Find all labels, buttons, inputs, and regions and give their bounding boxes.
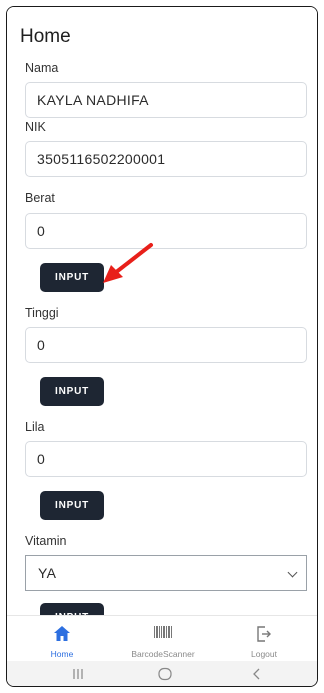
tinggi-label: Tinggi <box>25 306 59 320</box>
tab-barcodescanner[interactable]: BarcodeScanner <box>113 616 213 662</box>
phone-screen: Home Nama KAYLA NADHIFA NIK 350511650220… <box>6 6 318 687</box>
tab-logout-label: Logout <box>251 649 277 659</box>
red-annotation-arrow-icon <box>103 243 153 283</box>
barcode-icon <box>154 626 172 638</box>
lila-field[interactable]: 0 <box>25 441 307 477</box>
berat-field[interactable]: 0 <box>25 213 307 249</box>
back-icon[interactable] <box>251 667 263 681</box>
logout-icon <box>257 626 271 642</box>
nik-label: NIK <box>25 120 46 134</box>
home-icon <box>54 626 70 641</box>
vitamin-selected-value: YA <box>38 565 57 581</box>
app-header: Home <box>7 7 317 59</box>
berat-label: Berat <box>25 191 55 205</box>
tab-logout[interactable]: Logout <box>214 616 314 662</box>
nik-field[interactable]: 3505116502200001 <box>25 141 307 177</box>
nama-field[interactable]: KAYLA NADHIFA <box>25 82 307 118</box>
bottom-tab-bar: Home BarcodeScanner Logout <box>7 615 317 662</box>
form-content[interactable]: Nama KAYLA NADHIFA NIK 3505116502200001 … <box>7 59 317 615</box>
system-navigation-bar <box>7 661 317 686</box>
tab-home[interactable]: Home <box>12 616 112 662</box>
tinggi-field[interactable]: 0 <box>25 327 307 363</box>
recents-icon[interactable] <box>71 667 85 681</box>
vitamin-input-button[interactable]: INPUT <box>40 603 104 615</box>
tab-barcodescanner-label: BarcodeScanner <box>131 649 195 659</box>
nama-label: Nama <box>25 61 59 75</box>
tab-home-label: Home <box>50 649 74 659</box>
page-title: Home <box>20 26 71 47</box>
lila-input-button[interactable]: INPUT <box>40 491 104 520</box>
lila-label: Lila <box>25 420 45 434</box>
chevron-down-icon <box>287 567 298 578</box>
berat-input-button[interactable]: INPUT <box>40 263 104 292</box>
vitamin-label: Vitamin <box>25 534 67 548</box>
home-circle-icon[interactable] <box>157 667 173 681</box>
tinggi-input-button[interactable]: INPUT <box>40 377 104 406</box>
vitamin-select[interactable]: YA <box>25 555 307 591</box>
